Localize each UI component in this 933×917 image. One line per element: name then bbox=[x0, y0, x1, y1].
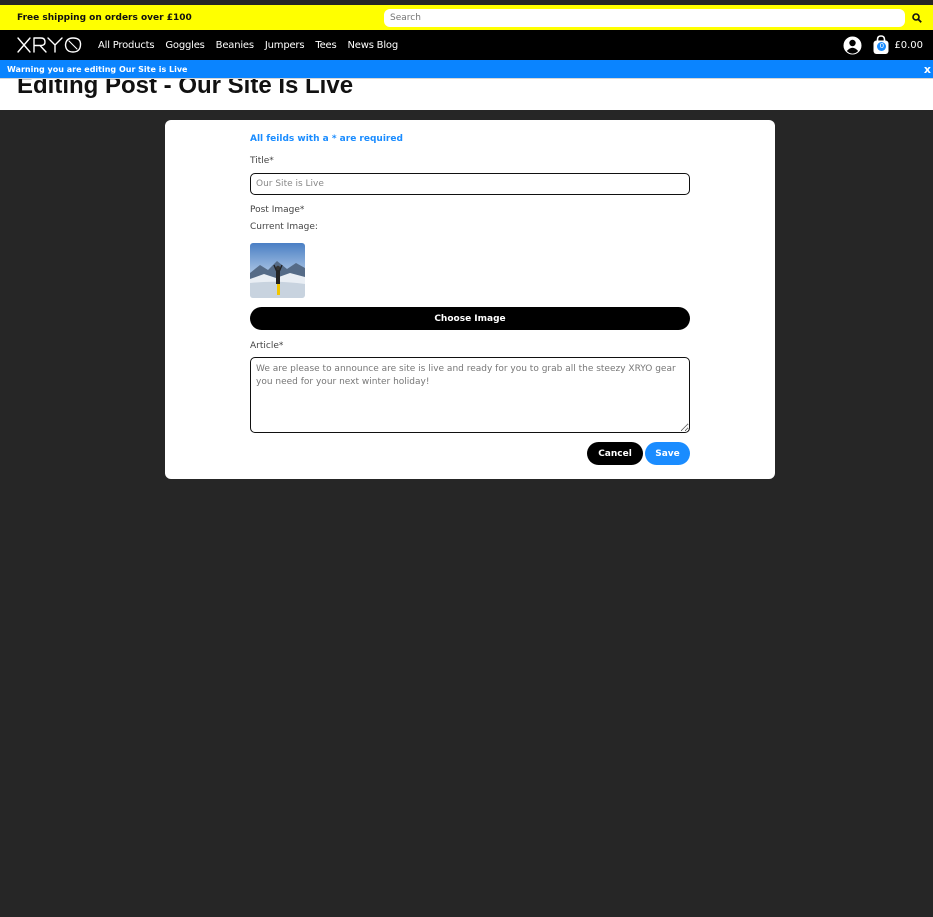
cart-button[interactable]: 0 £0.00 bbox=[872, 35, 923, 55]
edit-warning-banner: Warning you are editing Our Site is Live… bbox=[0, 60, 933, 78]
page-title: Editing Post - Our Site Is Live bbox=[17, 78, 354, 99]
shopping-bag-icon: 0 bbox=[872, 35, 890, 55]
account-icon[interactable] bbox=[843, 36, 862, 55]
close-icon[interactable]: x bbox=[924, 63, 931, 76]
nav-links: All Products Goggles Beanies Jumpers Tee… bbox=[98, 40, 398, 51]
title-label: Title* bbox=[250, 156, 274, 166]
article-label: Article* bbox=[250, 341, 284, 351]
promo-text: Free shipping on orders over £100 bbox=[17, 12, 192, 23]
nav-link-jumpers[interactable]: Jumpers bbox=[265, 40, 305, 51]
search-input[interactable] bbox=[384, 8, 905, 27]
warning-text: Warning you are editing Our Site is Live bbox=[7, 64, 188, 74]
nav-right: 0 £0.00 bbox=[843, 35, 923, 55]
title-field[interactable] bbox=[250, 173, 690, 195]
edit-post-card: All feilds with a * are required Title* … bbox=[165, 120, 775, 479]
promo-bar: Free shipping on orders over £100 bbox=[0, 5, 933, 30]
nav-link-beanies[interactable]: Beanies bbox=[216, 40, 254, 51]
nav-link-all-products[interactable]: All Products bbox=[98, 40, 155, 51]
search-bar bbox=[384, 8, 923, 27]
nav-link-goggles[interactable]: Goggles bbox=[165, 40, 205, 51]
save-button[interactable]: Save bbox=[645, 442, 690, 465]
cart-total: £0.00 bbox=[894, 39, 923, 51]
required-fields-note: All feilds with a * are required bbox=[250, 134, 403, 144]
nav-left: All Products Goggles Beanies Jumpers Tee… bbox=[16, 35, 398, 55]
nav-link-tees[interactable]: Tees bbox=[315, 40, 336, 51]
nav-link-news-blog[interactable]: News Blog bbox=[347, 40, 398, 51]
title-bar: Editing Post - Our Site Is Live bbox=[0, 78, 933, 110]
cancel-button[interactable]: Cancel bbox=[587, 442, 643, 465]
article-field[interactable]: We are please to announce are site is li… bbox=[250, 357, 690, 433]
current-post-image bbox=[250, 243, 305, 298]
current-image-label: Current Image: bbox=[250, 222, 318, 232]
xryo-logo[interactable] bbox=[16, 35, 82, 55]
choose-image-button[interactable]: Choose Image bbox=[250, 307, 690, 330]
main-nav: All Products Goggles Beanies Jumpers Tee… bbox=[0, 30, 933, 60]
post-image-label: Post Image* bbox=[250, 205, 305, 215]
search-icon[interactable] bbox=[911, 12, 923, 24]
